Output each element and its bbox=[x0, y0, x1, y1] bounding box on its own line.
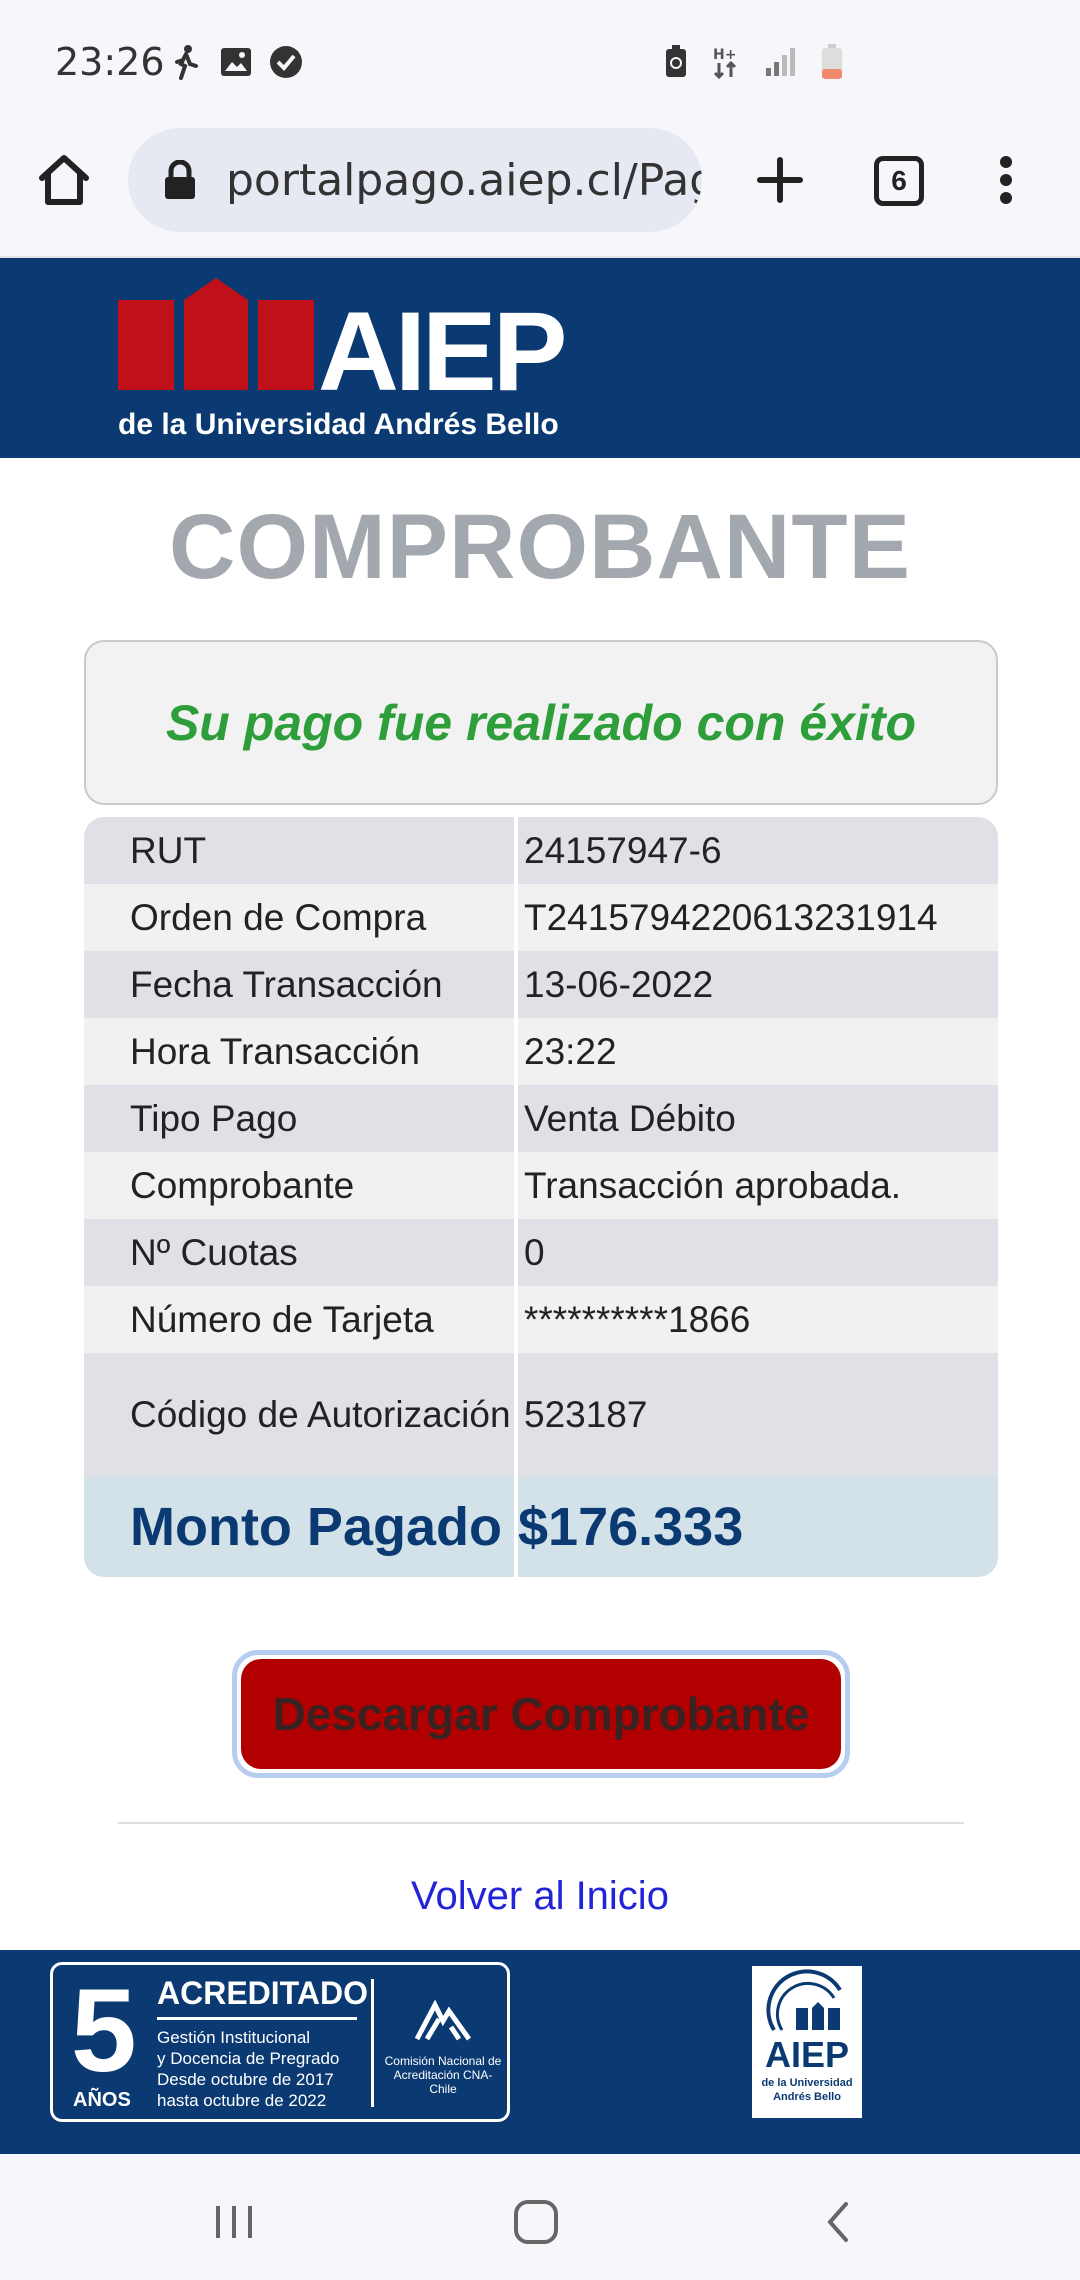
lock-icon bbox=[165, 160, 195, 199]
check-shield-icon bbox=[268, 44, 304, 80]
table-row: Código de Autorización 523187 bbox=[84, 1353, 998, 1477]
row-label: Comprobante bbox=[84, 1152, 518, 1219]
accreditation-line: y Docencia de Pregrado bbox=[157, 2049, 340, 2068]
accreditation-line: Desde octubre de 2017 bbox=[157, 2070, 334, 2089]
table-row: Número de Tarjeta **********1866 bbox=[84, 1286, 998, 1353]
success-message: Su pago fue realizado con éxito bbox=[165, 694, 917, 751]
image-icon bbox=[218, 44, 254, 80]
recents-icon bbox=[216, 2206, 252, 2238]
new-tab-button[interactable] bbox=[748, 148, 812, 212]
tabs-button[interactable]: 6 bbox=[874, 156, 924, 206]
more-dot bbox=[1000, 192, 1012, 204]
row-value: 13-06-2022 bbox=[524, 963, 714, 1005]
accreditation-details: Gestión Institucional y Docencia de Preg… bbox=[157, 2027, 357, 2111]
cna-text: Comisión Nacional de Acreditación CNA-Ch… bbox=[384, 2054, 502, 2096]
back-icon bbox=[827, 2202, 848, 2242]
table-row: Nº Cuotas 0 bbox=[84, 1219, 998, 1286]
recents-button[interactable] bbox=[204, 2192, 264, 2252]
row-label: Hora Transacción bbox=[84, 1018, 518, 1085]
total-value: $176.333 bbox=[518, 1497, 744, 1557]
home-nav-button[interactable] bbox=[506, 2192, 566, 2252]
footer-logo-word: AIEP bbox=[764, 2034, 850, 2075]
system-navigation-bar bbox=[0, 2154, 1080, 2280]
row-value: T2415794220613231914 bbox=[524, 896, 938, 938]
footer-logo-mark bbox=[766, 1969, 842, 2032]
accreditation-line: hasta octubre de 2022 bbox=[157, 2091, 327, 2110]
accreditation-separator bbox=[371, 1979, 374, 2107]
row-label: Código de Autorización bbox=[84, 1353, 518, 1477]
receipt-table: RUT 24157947-6 Orden de Compra T24157942… bbox=[84, 817, 998, 1577]
back-to-home-link[interactable]: Volver al Inicio bbox=[0, 1874, 1080, 1919]
signal-icon bbox=[762, 44, 798, 80]
table-row: Orden de Compra T2415794220613231914 bbox=[84, 884, 998, 951]
accreditation-years-label: AÑOS bbox=[73, 2089, 131, 2111]
table-row: Comprobante Transacción aprobada. bbox=[84, 1152, 998, 1219]
footer-aiep-logo: AIEP de la Universidad Andrés Bello bbox=[752, 1966, 862, 2118]
back-nav-button[interactable] bbox=[808, 2192, 868, 2252]
site-header: AIEP de la Universidad Andrés Bello bbox=[0, 258, 1080, 458]
home-button[interactable] bbox=[32, 148, 96, 212]
accreditation-title: ACREDITADO bbox=[157, 1975, 368, 2011]
url-text: portalpago.aiep.cl/Pag bbox=[226, 154, 702, 206]
row-value: 23:22 bbox=[524, 1030, 617, 1072]
battery-low-icon bbox=[814, 44, 850, 80]
home-nav-icon bbox=[514, 2200, 558, 2244]
table-row: Hora Transacción 23:22 bbox=[84, 1018, 998, 1085]
battery-saver-icon bbox=[658, 44, 694, 80]
cna-icon bbox=[414, 1999, 472, 2041]
svg-text:H+: H+ bbox=[713, 47, 736, 63]
row-label: RUT bbox=[84, 817, 518, 884]
table-row: Fecha Transacción 13-06-2022 bbox=[84, 951, 998, 1018]
home-icon bbox=[39, 155, 89, 205]
accreditation-line: Gestión Institucional bbox=[157, 2028, 311, 2047]
data-icon: H+ bbox=[710, 44, 746, 80]
download-receipt-button[interactable]: Descargar Comprobante bbox=[232, 1650, 850, 1778]
row-value: 0 bbox=[524, 1231, 545, 1273]
accreditation-years-number: 5 bbox=[71, 1965, 137, 2097]
browser-toolbar: portalpago.aiep.cl/Pag 6 bbox=[0, 128, 1080, 258]
total-label: Monto Pagado bbox=[84, 1477, 518, 1577]
plus-icon bbox=[757, 157, 803, 203]
row-label: Orden de Compra bbox=[84, 884, 518, 951]
divider bbox=[118, 1822, 964, 1824]
footer-logo-subtitle: de la Universidad Andrés Bello bbox=[761, 2077, 853, 2103]
row-value: Transacción aprobada. bbox=[524, 1164, 902, 1206]
row-label: Tipo Pago bbox=[84, 1085, 518, 1152]
table-row: Tipo Pago Venta Débito bbox=[84, 1085, 998, 1152]
row-value: 523187 bbox=[524, 1394, 648, 1435]
logo-word: AIEP bbox=[318, 289, 564, 414]
table-row: RUT 24157947-6 bbox=[84, 817, 998, 884]
cna-logo: Comisión Nacional de Acreditación CNA-Ch… bbox=[383, 1999, 503, 2096]
row-label: Número de Tarjeta bbox=[84, 1286, 518, 1353]
accreditation-badge: 5 AÑOS ACREDITADO Gestión Institucional … bbox=[50, 1962, 510, 2122]
more-dot bbox=[1000, 156, 1012, 168]
site-footer: 5 AÑOS ACREDITADO Gestión Institucional … bbox=[0, 1950, 1080, 2154]
success-message-box: Su pago fue realizado con éxito bbox=[84, 640, 998, 805]
logo-subtitle: de la Universidad Andrés Bello bbox=[118, 408, 559, 441]
browser-menu-button[interactable] bbox=[988, 148, 1024, 212]
walk-icon bbox=[168, 44, 204, 80]
row-label: Fecha Transacción bbox=[84, 951, 518, 1018]
row-value: 24157947-6 bbox=[524, 829, 722, 871]
row-value: Venta Débito bbox=[524, 1097, 736, 1139]
row-value: **********1866 bbox=[524, 1298, 751, 1340]
address-bar[interactable]: portalpago.aiep.cl/Pag bbox=[128, 128, 702, 232]
more-dot bbox=[1000, 174, 1012, 186]
row-label: Nº Cuotas bbox=[84, 1219, 518, 1286]
total-row: Monto Pagado $176.333 bbox=[84, 1477, 998, 1577]
tab-count: 6 bbox=[891, 165, 907, 196]
accreditation-underline bbox=[157, 2017, 357, 2020]
status-bar: 23:26 H+ bbox=[0, 0, 1080, 128]
download-button-label: Descargar Comprobante bbox=[241, 1659, 841, 1769]
page-title: COMPROBANTE bbox=[169, 496, 911, 598]
status-time: 23:26 bbox=[55, 40, 165, 84]
